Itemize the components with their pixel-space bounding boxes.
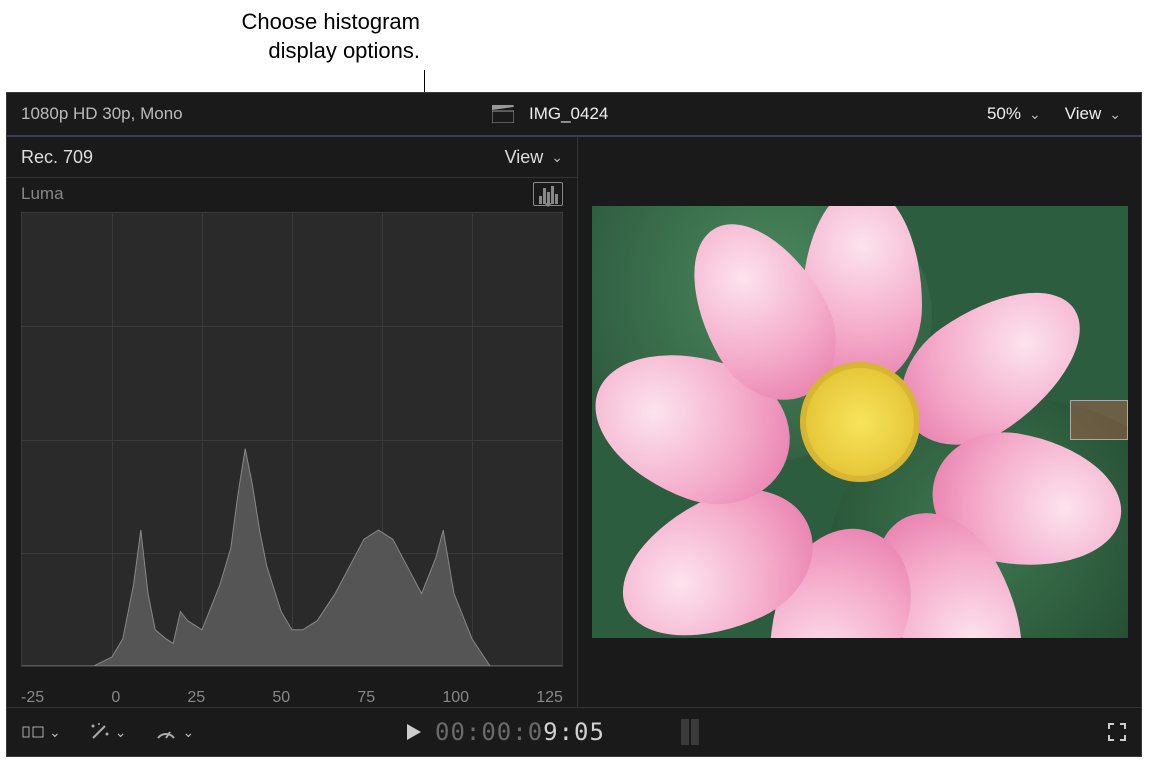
axis-tick-label: 50 bbox=[272, 689, 290, 707]
zoom-menu[interactable]: 50% ⌄ bbox=[987, 104, 1041, 124]
clip-trim-icon bbox=[21, 723, 45, 741]
clip-trim-menu[interactable]: ⌄ bbox=[21, 723, 61, 741]
scope-header: Rec. 709 View ⌄ bbox=[7, 137, 577, 178]
callout-line2: display options. bbox=[268, 38, 420, 63]
chevron-down-icon: ⌄ bbox=[1029, 106, 1041, 123]
callout-line1: Choose histogram bbox=[241, 9, 420, 34]
scope-view-label: View bbox=[505, 147, 544, 168]
selection-overlay[interactable] bbox=[1070, 400, 1128, 440]
video-frame bbox=[592, 206, 1128, 638]
format-label: 1080p HD 30p, Mono bbox=[7, 104, 491, 124]
timecode-lit: 9:05 bbox=[543, 718, 605, 746]
retime-menu[interactable]: ⌄ bbox=[154, 722, 194, 742]
flower-center bbox=[800, 362, 920, 482]
viewer-header: 1080p HD 30p, Mono IMG_0424 50% ⌄ View ⌄ bbox=[7, 93, 1141, 137]
histogram-options-icon[interactable] bbox=[533, 182, 563, 206]
play-icon bbox=[405, 722, 423, 742]
axis-tick-label: -25 bbox=[21, 689, 44, 707]
chevron-down-icon: ⌄ bbox=[182, 724, 194, 741]
scope-view-menu[interactable]: View ⌄ bbox=[505, 147, 563, 168]
viewer-view-menu[interactable]: View ⌄ bbox=[1065, 104, 1121, 124]
chevron-down-icon: ⌄ bbox=[49, 724, 61, 741]
timecode-display[interactable]: 00:00:09:05 bbox=[435, 718, 605, 746]
zoom-value: 50% bbox=[987, 104, 1021, 124]
histogram-x-axis: -25 0 25 50 75 100 125 bbox=[7, 685, 577, 707]
chevron-down-icon: ⌄ bbox=[1109, 106, 1121, 123]
axis-tick-label: 75 bbox=[357, 689, 375, 707]
viewer-view-label: View bbox=[1065, 104, 1102, 124]
axis-tick-label: 25 bbox=[187, 689, 205, 707]
color-space-label: Rec. 709 bbox=[21, 147, 93, 168]
app-window: 1080p HD 30p, Mono IMG_0424 50% ⌄ View ⌄… bbox=[6, 92, 1142, 757]
clip-name: IMG_0424 bbox=[529, 104, 608, 124]
callout-text: Choose histogram display options. bbox=[190, 8, 420, 65]
scope-mode-label: Luma bbox=[21, 184, 64, 204]
viewer-canvas[interactable] bbox=[578, 137, 1141, 707]
axis-tick-label: 100 bbox=[442, 689, 469, 707]
timecode-dim: 00:00:0 bbox=[435, 718, 543, 746]
toolbar: ⌄ ⌄ ⌄ 00:00:09:05 bbox=[7, 707, 1141, 756]
audio-meters bbox=[681, 719, 699, 745]
slate-icon bbox=[491, 105, 515, 123]
play-button[interactable] bbox=[405, 722, 423, 742]
video-scopes-pane: Rec. 709 View ⌄ Luma -25 0 25 50 75 100 125 bbox=[7, 137, 578, 707]
enhancements-menu[interactable]: ⌄ bbox=[89, 722, 127, 742]
chevron-down-icon: ⌄ bbox=[551, 149, 563, 166]
fullscreen-button[interactable] bbox=[1107, 722, 1127, 742]
luma-histogram bbox=[21, 212, 563, 667]
expand-icon bbox=[1107, 722, 1127, 742]
effects-wand-icon bbox=[89, 722, 111, 742]
retime-dial-icon bbox=[154, 722, 178, 742]
axis-tick-label: 125 bbox=[536, 689, 563, 707]
chevron-down-icon: ⌄ bbox=[115, 724, 127, 741]
axis-tick-label: 0 bbox=[111, 689, 120, 707]
